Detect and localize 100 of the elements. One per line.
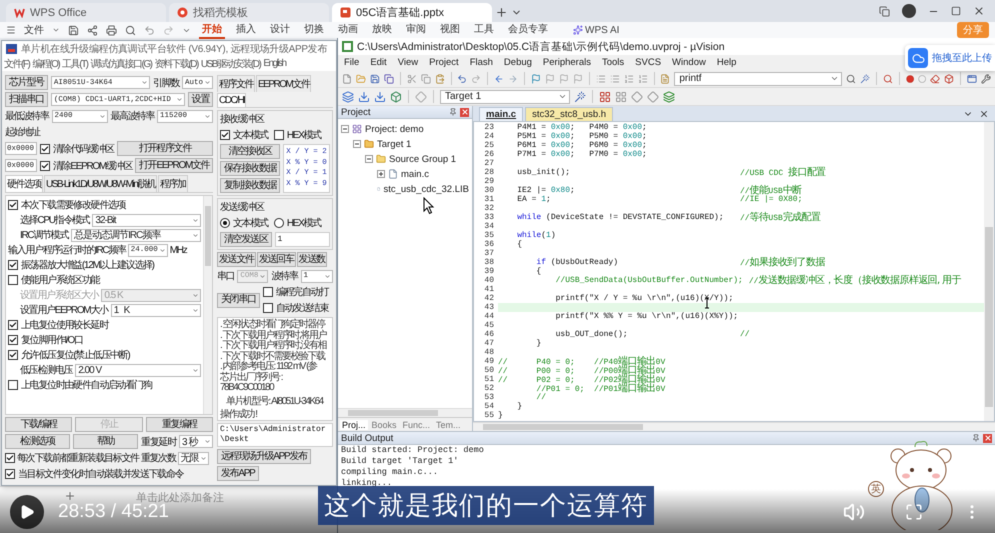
checkbox[interactable] <box>8 335 18 345</box>
ai-button[interactable]: WPS AI <box>573 24 620 36</box>
menu-item[interactable]: Tools <box>602 57 624 68</box>
new-file-icon[interactable] <box>342 72 352 84</box>
menu-item[interactable]: 资料下载(D) <box>154 56 198 70</box>
menu-item[interactable]: 文件 <box>24 23 44 37</box>
checkbox[interactable] <box>8 260 18 270</box>
layers-icon[interactable] <box>663 90 675 102</box>
close-button[interactable] <box>983 434 992 442</box>
search-icon[interactable] <box>882 72 893 84</box>
close-icon[interactable] <box>973 5 985 17</box>
menu-item[interactable]: Window <box>672 57 706 68</box>
chip-type-button[interactable]: 芯片型号 <box>5 75 48 90</box>
grid-icon[interactable] <box>599 90 611 102</box>
breakpoint-icon[interactable] <box>906 74 914 84</box>
open-file-button[interactable]: 打开EEPROM文件 <box>135 158 214 173</box>
tab[interactable]: USB-Link1D/U8W/U8W-Mini脱机 <box>44 175 158 192</box>
ribbon-tab[interactable]: 会员专享 <box>505 21 551 39</box>
menu-item[interactable]: USB驱动安装(D) <box>200 56 260 70</box>
scan-port-button[interactable]: 扫描串口 <box>5 92 48 107</box>
tree-item[interactable]: main.c <box>401 168 429 180</box>
panel-tab[interactable]: Proj... <box>340 420 368 430</box>
menu-item[interactable]: 文件(F) <box>4 56 30 70</box>
ribbon-tab[interactable]: 动画 <box>335 21 361 39</box>
checkbox[interactable] <box>8 350 18 360</box>
expand-icon[interactable] <box>377 170 385 178</box>
checkbox[interactable] <box>262 303 273 313</box>
checkbox[interactable] <box>274 130 284 140</box>
action-button[interactable]: 发送文件 <box>217 252 256 267</box>
save-icon[interactable] <box>68 24 79 36</box>
browser-tab[interactable]: 05C语言基础.pptx <box>332 3 492 22</box>
pin-icon[interactable] <box>972 434 980 442</box>
print-icon[interactable] <box>106 24 117 36</box>
flag-icon[interactable] <box>530 72 541 84</box>
panel-tab[interactable]: Books <box>370 420 399 430</box>
layers-icon[interactable] <box>342 90 354 102</box>
undo-icon[interactable] <box>457 72 468 84</box>
tab[interactable]: 硬件选项 <box>5 175 43 192</box>
paste-icon[interactable] <box>434 72 445 84</box>
checkbox[interactable] <box>8 320 18 330</box>
dropdown[interactable]: 总是动态调节IRC频率 <box>71 228 201 242</box>
tab[interactable]: CDC/HI <box>217 93 246 107</box>
radio-button[interactable] <box>274 218 284 228</box>
action-button[interactable]: 清空发送区 <box>220 232 272 247</box>
tree-item[interactable]: Project: demo <box>365 124 424 134</box>
menu-item[interactable]: Flash <box>470 57 493 68</box>
editor-tab[interactable]: stc32_stc8_usb.h <box>525 107 614 121</box>
close-port-button[interactable]: 关闭串口 <box>217 292 260 308</box>
box-icon[interactable] <box>390 90 402 102</box>
send-area[interactable]: 1 <box>274 232 330 247</box>
collapse-icon[interactable] <box>353 140 361 148</box>
close-icon[interactable] <box>979 109 989 119</box>
action-button[interactable]: 检测选项 <box>5 434 70 449</box>
share-icon[interactable] <box>87 24 98 36</box>
scrollbar[interactable] <box>338 408 472 417</box>
menu-item[interactable]: File <box>344 57 360 68</box>
maximize-icon[interactable] <box>951 6 961 16</box>
action-button[interactable]: 清空接收区 <box>220 144 280 159</box>
volume-icon[interactable] <box>843 501 865 523</box>
save-all-icon[interactable] <box>384 72 394 84</box>
tree-item[interactable]: stc_usb_cdc_32.LIB <box>383 184 469 194</box>
scrollbar[interactable] <box>473 422 995 431</box>
undo-icon[interactable] <box>144 24 155 36</box>
open-file-button[interactable]: 打开程序文件 <box>116 141 213 156</box>
checkbox[interactable] <box>40 160 50 170</box>
panel-tab[interactable]: Tem... <box>434 420 463 430</box>
box-icon[interactable] <box>944 72 954 84</box>
checkbox[interactable] <box>262 287 273 297</box>
target-combo[interactable]: Target 1 <box>440 90 570 104</box>
download-icon[interactable] <box>374 90 386 102</box>
path-field[interactable]: C:\Users\Administrator\Deskt <box>217 423 333 447</box>
ribbon-tab[interactable]: 放映 <box>369 21 395 39</box>
pin-icon[interactable] <box>449 108 457 116</box>
menu-item[interactable]: Edit <box>370 57 387 68</box>
caret-icon[interactable] <box>52 26 60 34</box>
checkbox[interactable] <box>5 469 15 479</box>
upload-button[interactable]: 拖拽至此上传 <box>905 45 995 71</box>
add-icon[interactable] <box>64 490 76 502</box>
action-button[interactable]: 发布APP <box>217 466 259 481</box>
menu-item[interactable]: Debug <box>504 57 532 68</box>
checkbox[interactable] <box>8 380 18 390</box>
menu-item[interactable]: Peripherals <box>542 57 591 68</box>
collapse-icon[interactable] <box>341 125 349 133</box>
find-icon[interactable] <box>660 72 670 84</box>
menu-icon[interactable] <box>6 25 16 35</box>
ribbon-tab[interactable]: 切换 <box>301 21 327 39</box>
fullscreen-icon[interactable] <box>905 503 923 521</box>
checkbox[interactable] <box>5 453 15 463</box>
avatar[interactable] <box>902 4 916 18</box>
collapse-icon[interactable] <box>365 155 373 163</box>
close-button[interactable] <box>460 108 469 116</box>
action-button[interactable]: 发送数 <box>296 252 327 267</box>
wand-icon[interactable] <box>574 90 586 102</box>
ribbon-tab[interactable]: 工具 <box>471 21 497 39</box>
find-combo[interactable]: printf <box>674 72 842 86</box>
action-button[interactable]: 重复编程 <box>146 417 213 432</box>
window-icon[interactable] <box>966 72 977 84</box>
dropdown[interactable]: 32-Bit <box>92 214 201 226</box>
checkbox[interactable] <box>8 275 18 285</box>
action-button[interactable]: 远程现场升级APP发布 <box>217 449 311 464</box>
